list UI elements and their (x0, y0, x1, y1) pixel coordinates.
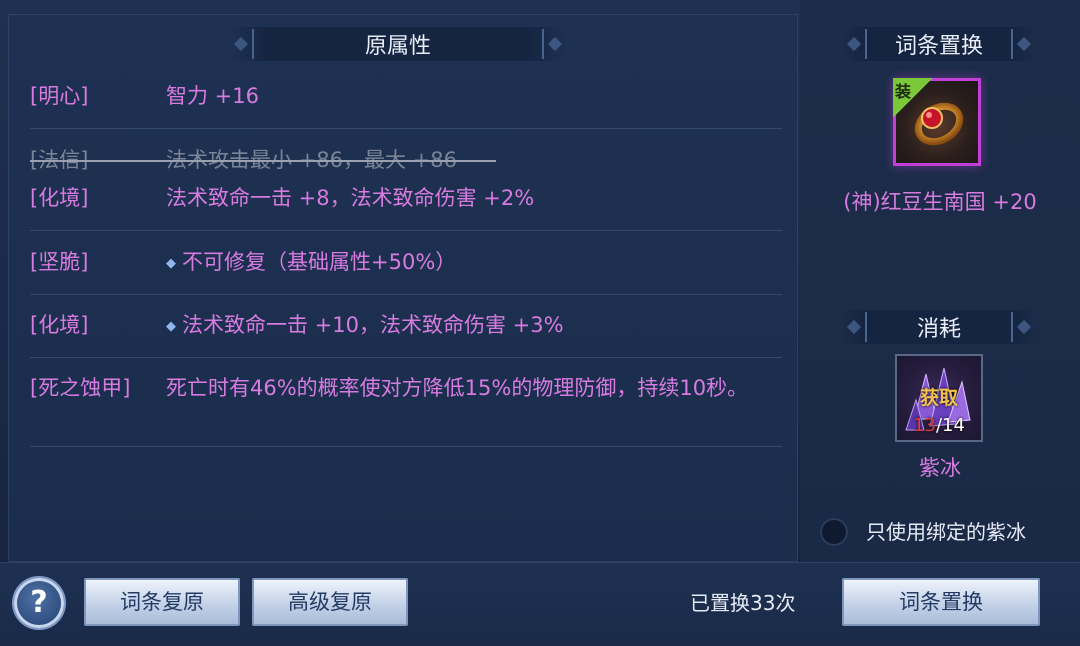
attribute-value-with-gem: ◆ 法术致命一击 +10，法术致命伤害 +3% (166, 313, 564, 341)
attribute-value: 法术致命一击 +10，法术致命伤害 +3% (182, 313, 564, 337)
help-button[interactable]: ? (14, 578, 64, 628)
original-attributes-panel (8, 14, 798, 562)
strikethrough-line (30, 160, 496, 162)
advanced-restore-button[interactable]: 高级复原 (252, 578, 408, 626)
attribute-value-with-gem: ◆ 不可修复（基础属性+50%） (166, 250, 456, 278)
attribute-tag: [明心] (30, 84, 89, 108)
material-name: 紫冰 (919, 456, 961, 480)
item-name: (神)红豆生南国 +20 (843, 190, 1037, 214)
diamond-bullet-icon: ◆ (166, 256, 176, 271)
material-have-count: 13 (913, 415, 936, 436)
original-attributes-title-banner: 原属性 (230, 27, 566, 61)
replace-button[interactable]: 词条置换 (842, 578, 1040, 626)
row-divider (30, 230, 782, 231)
replace-title-banner: 词条置换 (843, 27, 1035, 61)
replace-count-text: 已置换33次 (690, 591, 796, 615)
obtain-link[interactable]: 获取 (895, 383, 983, 410)
restore-button[interactable]: 词条复原 (84, 578, 240, 626)
equipped-badge: 装 (893, 78, 933, 118)
original-attributes-title: 原属性 (364, 34, 431, 59)
material-need-count: /14 (935, 415, 965, 436)
bound-only-label[interactable]: 只使用绑定的紫冰 (866, 518, 1026, 546)
row-divider (30, 357, 782, 358)
attribute-value: 智力 +16 (166, 84, 259, 108)
attribute-tag: [化境] (30, 186, 89, 210)
row-divider (30, 446, 782, 447)
diamond-bullet-icon: ◆ (166, 319, 176, 334)
replace-title: 词条置换 (894, 34, 983, 59)
attribute-value: 不可修复（基础属性+50%） (182, 250, 457, 274)
material-count: 13/14 (895, 415, 983, 436)
attribute-value: 法术致命一击 +8，法术致命伤害 +2% (166, 186, 535, 210)
consume-title-banner: 消耗 (843, 310, 1035, 344)
attribute-value: 死亡时有46%的概率使对方降低15%的物理防御，持续10秒。 (166, 376, 749, 400)
equipped-badge-label: 装 (895, 82, 912, 101)
attribute-tag: [化境] (30, 313, 89, 337)
row-divider (30, 128, 782, 129)
bound-only-radio[interactable] (820, 518, 848, 546)
attribute-tag: [死之蚀甲] (30, 376, 131, 400)
attribute-tag: [坚脆] (30, 250, 89, 274)
row-divider (30, 294, 782, 295)
consume-title: 消耗 (916, 317, 961, 342)
